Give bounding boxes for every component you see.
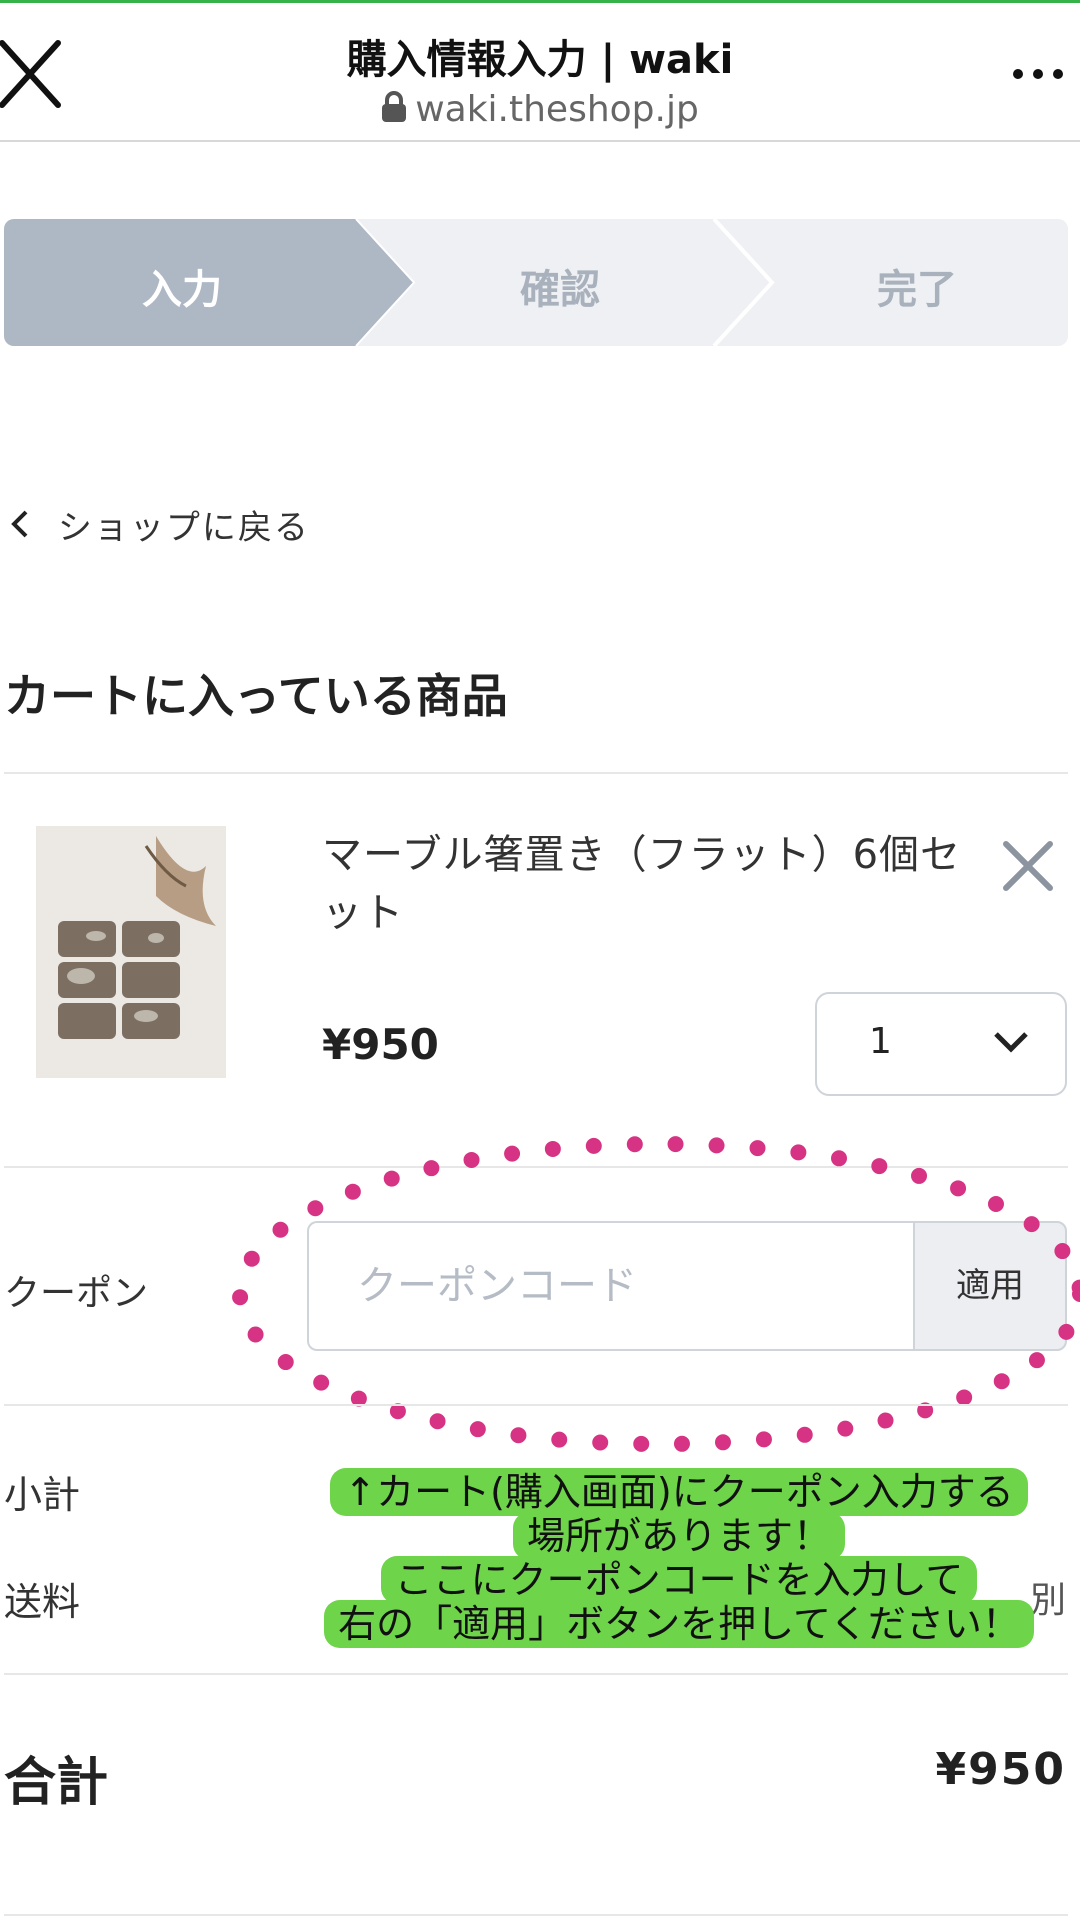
annotation-line: ↑カート(購入画面)にクーポン入力する (330, 1468, 1028, 1516)
step-input: 入力 (142, 267, 222, 313)
page-title: 購入情報入力 | waki (346, 37, 734, 83)
divider (4, 772, 1068, 774)
annotation-line: 右の「適用」ボタンを押してください！ (324, 1600, 1034, 1648)
divider (4, 1404, 1068, 1406)
divider (4, 1673, 1068, 1675)
step-confirm: 確認 (520, 267, 600, 313)
chevron-left-icon (10, 508, 44, 548)
subtotal-label: 小計 (4, 1473, 81, 1517)
product-name[interactable]: マーブル箸置き（フラット）6個セット (322, 826, 962, 942)
more-dots-icon (1013, 69, 1063, 79)
url-bar[interactable]: waki.theshop.jp (0, 89, 1080, 132)
shipping-label: 送料 (4, 1580, 81, 1624)
quantity-value: 1 (869, 1021, 892, 1062)
chevron-down-icon (993, 1030, 1029, 1058)
cart-section-title: カートに入っている商品 (4, 669, 508, 723)
back-link-label: ショップに戻る (57, 508, 310, 548)
highlight-dotted-ellipse (232, 1136, 1080, 1452)
close-icon (1003, 841, 1053, 891)
product-image[interactable] (36, 826, 226, 1078)
browser-header: 購入情報入力 | waki waki.theshop.jp (0, 3, 1080, 142)
remove-item-button[interactable] (1000, 838, 1056, 894)
lock-icon (381, 91, 407, 132)
annotation-line: ここにクーポンコードを入力して (380, 1556, 978, 1604)
annotation-note: ↑カート(購入画面)にクーポン入力する 場所があります！ ここにクーポンコードを… (288, 1468, 1070, 1648)
divider (4, 1914, 1068, 1916)
coupon-label: クーポン (4, 1273, 149, 1314)
total-value: ¥950 (935, 1744, 1066, 1795)
total-label: 合計 (4, 1753, 109, 1813)
product-price: ¥950 (322, 1020, 439, 1069)
step-complete: 完了 (877, 267, 957, 313)
back-to-shop-link[interactable]: ショップに戻る (10, 500, 310, 549)
annotation-line: 場所があります！ (512, 1512, 845, 1560)
url-text: waki.theshop.jp (415, 89, 699, 130)
checkout-steps: 入力 確認 完了 (4, 219, 1068, 346)
quantity-select[interactable]: 1 (815, 992, 1067, 1096)
more-menu-button[interactable] (1010, 59, 1066, 89)
